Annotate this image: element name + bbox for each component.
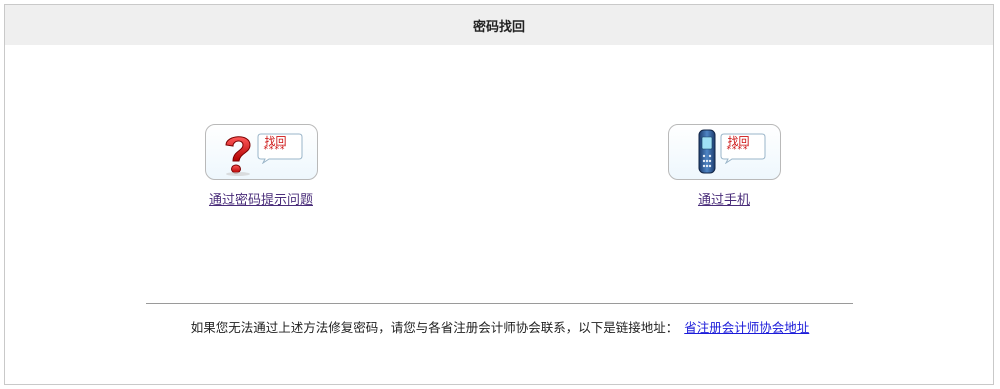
option-mobile: 找回 **** 通过手机	[644, 124, 804, 208]
mobile-button[interactable]: 找回 ****	[667, 124, 781, 180]
option-password-question: 找回 **** 通过密码提示问题	[181, 124, 341, 208]
bubble-stars: ****	[263, 145, 286, 155]
bubble-stars: ****	[726, 145, 749, 155]
provincial-association-link[interactable]: 省注册会计师协会地址	[684, 320, 809, 335]
panel-header: 密码找回	[5, 5, 993, 45]
footer-notice: 如果您无法通过上述方法修复密码，请您与各省注册会计师协会联系，以下是链接地址： 省…	[5, 317, 995, 336]
footer-message: 如果您无法通过上述方法修复密码，请您与各省注册会计师协会联系，以下是链接地址：	[190, 320, 679, 335]
question-mark-icon	[224, 136, 251, 176]
mobile-phone-icon	[698, 129, 715, 174]
password-recovery-panel: 密码找回 找回 **** 通过密码提示问题 找回 **** 通过手机 如果您无法…	[4, 4, 994, 385]
password-question-button[interactable]: 找回 ****	[204, 124, 318, 180]
divider	[146, 303, 853, 304]
mobile-link[interactable]: 通过手机	[698, 189, 750, 208]
password-question-link[interactable]: 通过密码提示问题	[209, 189, 313, 208]
page-title: 密码找回	[472, 19, 525, 35]
page: 密码找回 找回 **** 通过密码提示问题 找回 **** 通过手机 如果您无法…	[0, 0, 1000, 389]
